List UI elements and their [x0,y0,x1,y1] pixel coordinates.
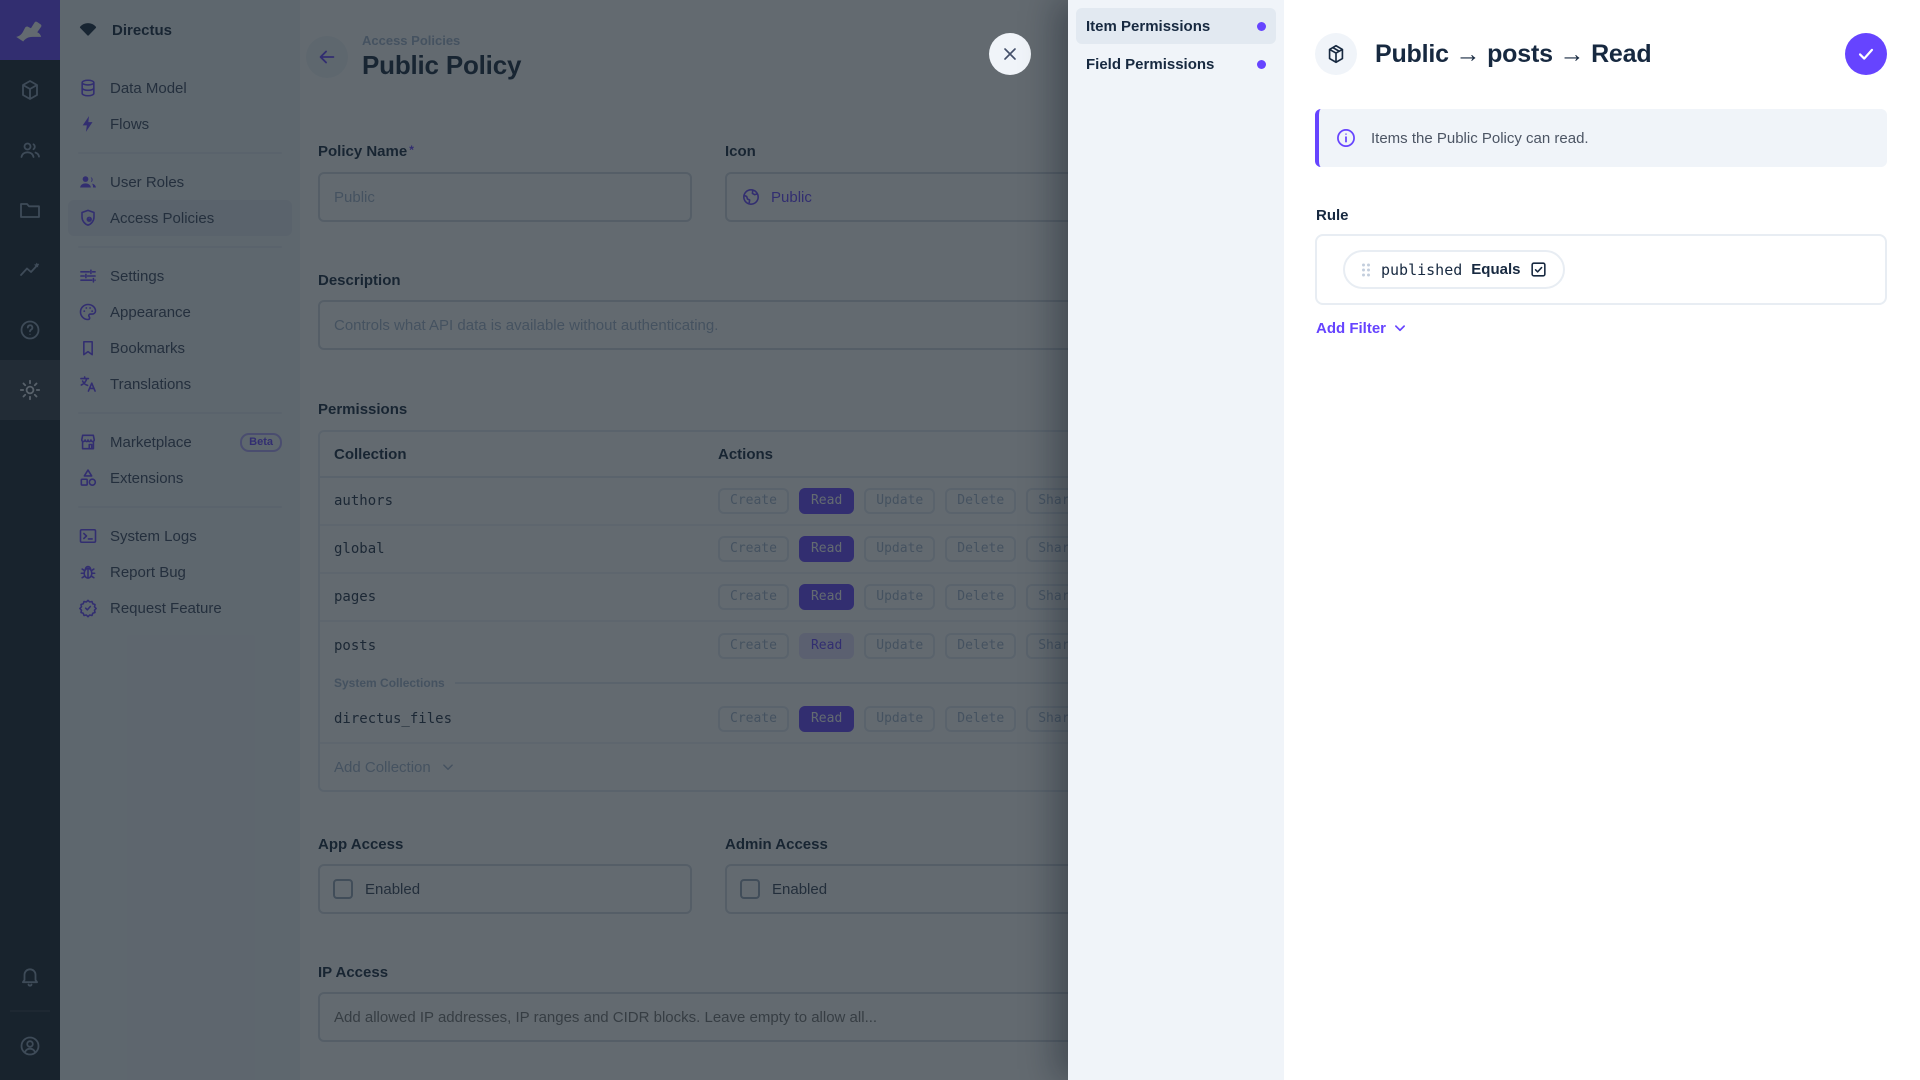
chevron-down-icon [1395,325,1405,332]
permissions-drawer: Item Permissions Field Permissions Publi… [1068,0,1920,1080]
rule-label: Rule [1316,207,1349,224]
info-icon [1335,127,1357,149]
tab-item-permissions[interactable]: Item Permissions [1076,8,1276,44]
filter-condition[interactable]: published Equals [1343,250,1566,289]
tab-label: Item Permissions [1086,17,1211,35]
filter-operator[interactable]: Equals [1471,261,1520,278]
check-icon [1858,48,1874,60]
notice-text: Items the Public Policy can read. [1371,129,1589,147]
checked-checkbox-icon[interactable] [1529,260,1548,279]
filter-field[interactable]: published [1381,261,1462,279]
edited-indicator-dot [1257,59,1266,69]
drawer-title: Public → posts → Read [1375,39,1652,68]
add-filter-button[interactable]: Add Filter [1316,319,1409,337]
info-notice: Items the Public Policy can read. [1315,109,1887,167]
modal-overlay[interactable] [0,0,1068,1080]
close-icon [1004,48,1016,60]
save-button[interactable] [1845,33,1887,75]
rule-filter-box: published Equals [1315,234,1887,305]
directus-app: Directus Data Model Flows User Roles Acc… [0,0,1920,1080]
edited-indicator-dot [1257,21,1266,31]
add-filter-label: Add Filter [1316,319,1386,337]
drawer-content: Public → posts → Read Items the Public P… [1284,0,1920,1080]
tab-field-permissions[interactable]: Field Permissions [1076,46,1276,82]
drawer-tab-sidebar: Item Permissions Field Permissions [1068,0,1284,1080]
box-icon [1315,33,1357,75]
drawer-close-button[interactable] [989,33,1031,75]
tab-label: Field Permissions [1086,55,1215,73]
drawer-header: Public → posts → Read [1315,33,1887,75]
drag-handle-icon[interactable] [1360,261,1372,279]
